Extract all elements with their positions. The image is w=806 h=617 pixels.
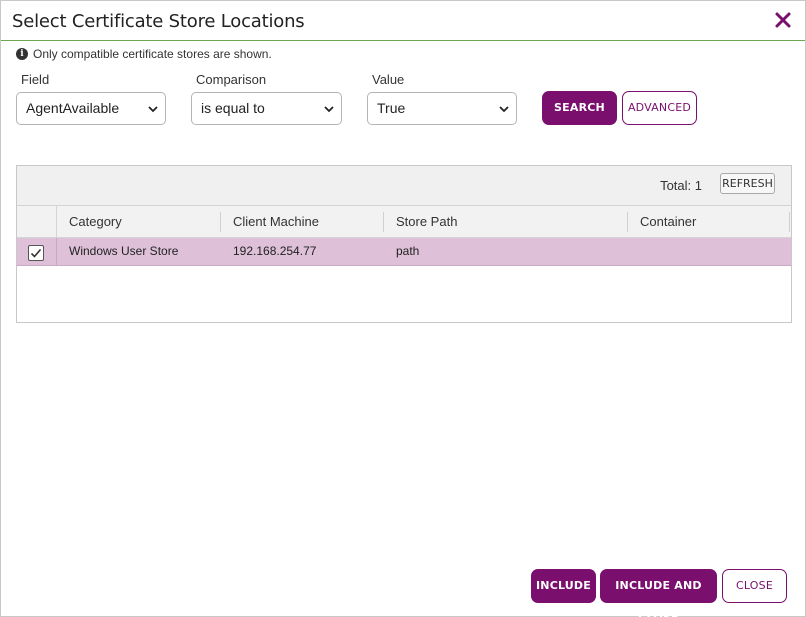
dialog: Select Certificate Store Locations i Onl… — [0, 0, 806, 617]
cell-store-path: path — [396, 244, 420, 258]
comparison-label: Comparison — [196, 72, 267, 87]
cell-client-machine: 192.168.254.77 — [233, 244, 317, 258]
checkbox-checked-icon — [30, 248, 42, 258]
row-checkbox[interactable] — [28, 245, 44, 261]
value-select-value: True — [377, 100, 406, 116]
value-label: Value — [372, 72, 405, 87]
chevron-down-icon — [499, 106, 509, 113]
chevron-down-icon — [148, 106, 158, 113]
grid-toolbar: Total: 1 REFRESH — [17, 166, 791, 206]
column-divider[interactable] — [789, 212, 790, 232]
column-header-category[interactable]: Category — [69, 214, 122, 229]
column-divider[interactable] — [383, 212, 384, 232]
include-button[interactable]: INCLUDE — [531, 569, 596, 603]
include-and-close-button[interactable]: INCLUDE AND CLOSE — [600, 569, 717, 617]
advanced-button[interactable]: ADVANCED — [622, 91, 697, 125]
field-label: Field — [21, 72, 50, 87]
field-select[interactable]: AgentAvailable — [16, 92, 166, 125]
chevron-down-icon — [324, 106, 334, 113]
comparison-select-value: is equal to — [201, 100, 265, 116]
column-header-client-machine[interactable]: Client Machine — [233, 214, 319, 229]
dialog-title-bar: Select Certificate Store Locations — [1, 1, 805, 41]
info-text: Only compatible certificate stores are s… — [33, 47, 272, 61]
total-count: Total: 1 — [660, 178, 702, 193]
info-icon: i — [16, 48, 28, 60]
close-button[interactable]: CLOSE — [722, 569, 787, 603]
field-select-value: AgentAvailable — [26, 100, 120, 116]
search-button[interactable]: SEARCH — [542, 91, 617, 125]
column-header-store-path[interactable]: Store Path — [396, 214, 457, 229]
header-checkbox-cell — [17, 206, 57, 237]
grid-header: Category Client Machine Store Path Conta… — [17, 206, 791, 238]
info-message: i Only compatible certificate stores are… — [16, 47, 272, 61]
value-select[interactable]: True — [367, 92, 517, 125]
refresh-button[interactable]: REFRESH — [720, 173, 775, 194]
column-divider[interactable] — [627, 212, 628, 232]
column-header-container[interactable]: Container — [640, 214, 696, 229]
column-divider[interactable] — [220, 212, 221, 232]
dialog-title: Select Certificate Store Locations — [12, 11, 305, 32]
row-checkbox-cell — [17, 238, 57, 266]
table-row[interactable]: Windows User Store 192.168.254.77 path — [17, 238, 791, 266]
comparison-select[interactable]: is equal to — [191, 92, 342, 125]
cell-category: Windows User Store — [69, 244, 179, 258]
close-icon[interactable] — [773, 9, 793, 31]
certificate-store-grid: Total: 1 REFRESH Category Client Machine… — [16, 165, 792, 323]
